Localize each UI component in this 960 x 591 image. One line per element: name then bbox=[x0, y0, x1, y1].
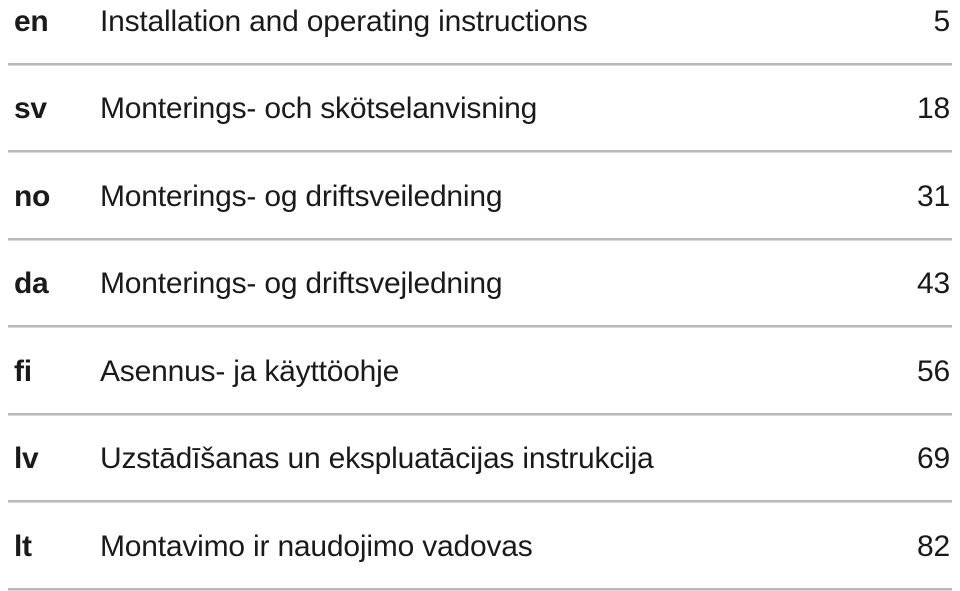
entry-title: Asennus- ja käyttöohje bbox=[100, 354, 400, 388]
language-code: lv bbox=[14, 442, 39, 476]
entry-title: Monterings- og driftsveiledning bbox=[100, 179, 503, 213]
toc-entry-lt[interactable]: lt Montavimo ir naudojimo vadovas 82 bbox=[0, 503, 960, 591]
page-number: 82 bbox=[917, 529, 950, 563]
toc-entry-no[interactable]: no Monterings- og driftsveiledning 31 bbox=[0, 153, 960, 241]
entry-title: Uzstādīšanas un ekspluatācijas instrukci… bbox=[100, 442, 654, 476]
entry-title: Monterings- og driftsvejledning bbox=[100, 267, 503, 301]
language-code: en bbox=[14, 4, 49, 38]
page-number: 18 bbox=[917, 92, 950, 126]
page-number: 43 bbox=[917, 267, 950, 301]
toc-entry-da[interactable]: da Monterings- og driftsvejledning 43 bbox=[0, 241, 960, 328]
toc-entry-sv[interactable]: sv Monterings- och skötselanvisning 18 bbox=[0, 66, 960, 153]
language-code: da bbox=[14, 267, 49, 301]
page-number: 69 bbox=[917, 442, 950, 476]
language-code: no bbox=[14, 179, 51, 213]
language-code: sv bbox=[14, 92, 47, 126]
toc-entry-fi[interactable]: fi Asennus- ja käyttöohje 56 bbox=[0, 328, 960, 416]
entry-title: Installation and operating instructions bbox=[100, 4, 588, 38]
language-code: fi bbox=[14, 354, 32, 388]
entry-title: Monterings- och skötselanvisning bbox=[100, 92, 538, 126]
language-code: lt bbox=[14, 529, 32, 563]
toc-entry-en[interactable]: en Installation and operating instructio… bbox=[0, 0, 960, 66]
page-number: 56 bbox=[917, 354, 950, 388]
page-number: 5 bbox=[933, 4, 951, 38]
toc-entry-lv[interactable]: lv Uzstādīšanas un ekspluatācijas instru… bbox=[0, 416, 960, 503]
row-divider bbox=[8, 587, 952, 591]
entry-title: Montavimo ir naudojimo vadovas bbox=[100, 529, 533, 563]
page-number: 31 bbox=[917, 179, 950, 213]
table-of-contents: en Installation and operating instructio… bbox=[0, 0, 960, 591]
